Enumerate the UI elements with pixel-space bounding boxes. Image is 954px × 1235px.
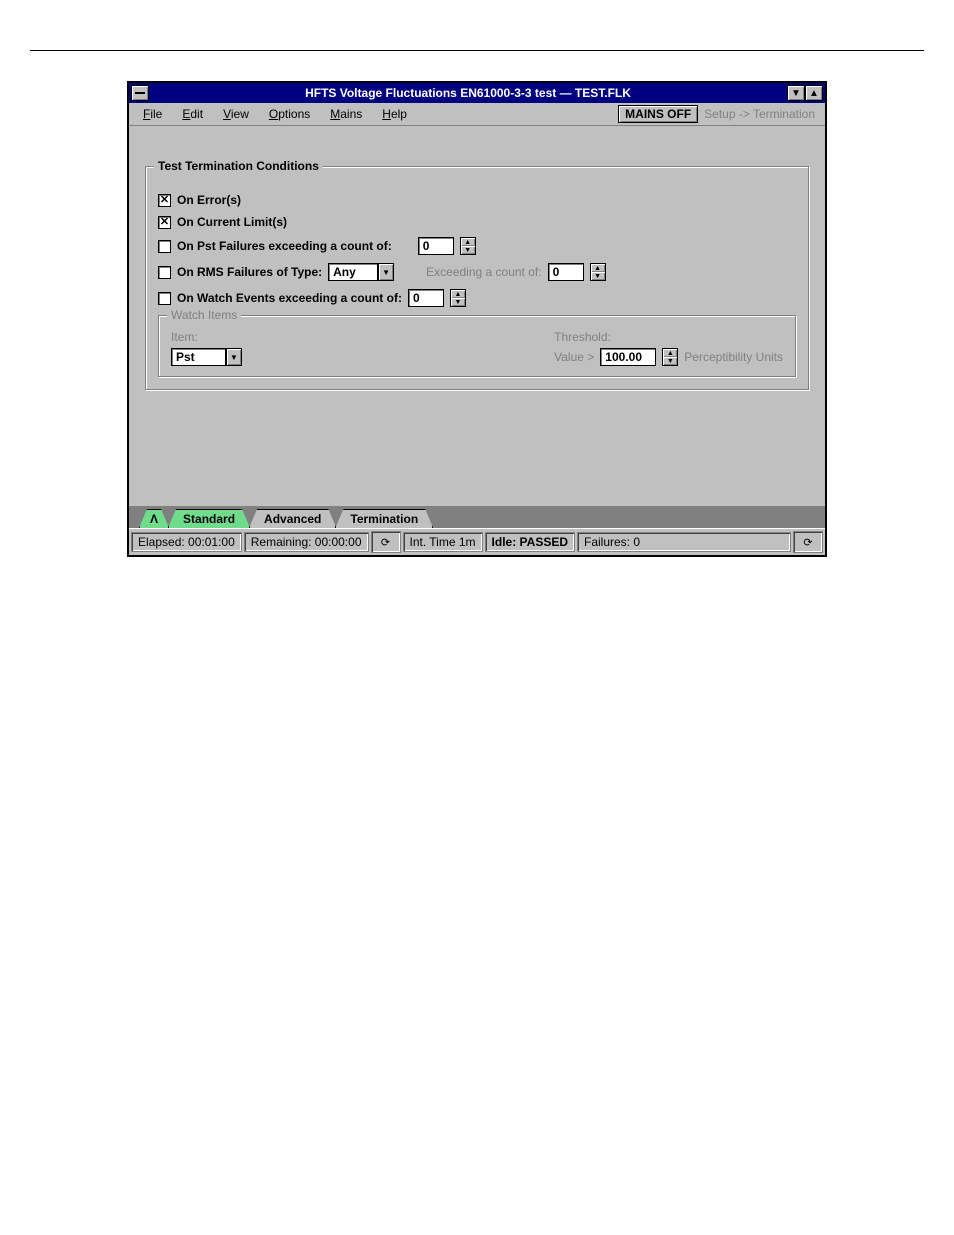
pst-count-field[interactable]: 0 (418, 237, 454, 255)
tab-standard[interactable]: Standard (168, 509, 250, 528)
rule-top (30, 50, 924, 51)
window-title: HFTS Voltage Fluctuations EN61000-3-3 te… (149, 86, 787, 100)
tab-strip: Λ Standard Advanced Termination (129, 506, 825, 528)
rms-count-spinner[interactable]: ▲▼ (590, 263, 606, 281)
threshold-field[interactable]: 100.00 (600, 348, 656, 366)
row-on-errors: On Error(s) (158, 193, 796, 207)
row-on-pst: On Pst Failures exceeding a count of: 0 … (158, 237, 796, 255)
menu-view[interactable]: View (213, 105, 259, 123)
checkbox-on-current-limits[interactable] (158, 216, 171, 229)
watch-count-field[interactable]: 0 (408, 289, 444, 307)
rms-type-field[interactable]: Any (328, 263, 378, 281)
minimize-button[interactable]: ▼ (787, 85, 805, 101)
rms-exceed-label: Exceeding a count of: (426, 265, 541, 279)
chevron-down-icon[interactable]: ▼ (226, 348, 242, 366)
menu-help[interactable]: Help (372, 105, 417, 123)
watch-count-spinner[interactable]: ▲▼ (450, 289, 466, 307)
refresh-icon[interactable]: ⟳ (371, 531, 401, 553)
status-idle: Idle: PASSED (485, 532, 575, 552)
threshold-spinner[interactable]: ▲▼ (662, 348, 678, 366)
menu-bar: File Edit View Options Mains Help MAINS … (129, 103, 825, 126)
tab-lambda[interactable]: Λ (139, 509, 169, 528)
breadcrumb: Setup -> Termination (698, 105, 821, 123)
status-failures: Failures: 0 (577, 532, 791, 552)
status-bar: Elapsed: 00:01:00 Remaining: 00:00:00 ⟳ … (129, 528, 825, 555)
threshold-units: Perceptibility Units (684, 350, 783, 364)
client-area: Test Termination Conditions On Error(s) … (129, 126, 825, 506)
chevron-down-icon[interactable]: ▼ (378, 263, 394, 281)
title-bar: HFTS Voltage Fluctuations EN61000-3-3 te… (129, 83, 825, 103)
refresh-icon[interactable]: ⟳ (793, 531, 823, 553)
menu-options[interactable]: Options (259, 105, 320, 123)
rms-count-field[interactable]: 0 (548, 263, 584, 281)
mains-status-button[interactable]: MAINS OFF (618, 105, 698, 123)
tab-advanced[interactable]: Advanced (249, 509, 336, 528)
watch-title: Watch Items (167, 308, 241, 322)
checkbox-on-rms[interactable] (158, 266, 171, 279)
row-on-rms: On RMS Failures of Type: Any ▼ Exceeding… (158, 263, 796, 281)
maximize-button[interactable]: ▲ (805, 85, 823, 101)
menu-mains[interactable]: Mains (320, 105, 372, 123)
watch-item-combo[interactable]: Pst ▼ (171, 348, 242, 366)
pst-count-spinner[interactable]: ▲▼ (460, 237, 476, 255)
rms-type-combo[interactable]: Any ▼ (328, 263, 394, 281)
watch-item-field[interactable]: Pst (171, 348, 226, 366)
checkbox-on-errors[interactable] (158, 194, 171, 207)
value-prefix: Value > (554, 350, 594, 364)
status-int-time: Int. Time 1m (403, 532, 483, 552)
watch-items-group: Watch Items Item: Pst ▼ Threshold: (158, 315, 796, 377)
status-remaining: Remaining: 00:00:00 (244, 532, 369, 552)
checkbox-on-pst[interactable] (158, 240, 171, 253)
app-window: HFTS Voltage Fluctuations EN61000-3-3 te… (127, 81, 827, 557)
system-menu-icon[interactable] (131, 85, 149, 101)
group-title: Test Termination Conditions (154, 159, 323, 173)
row-on-watch: On Watch Events exceeding a count of: 0 … (158, 289, 796, 307)
checkbox-on-watch[interactable] (158, 292, 171, 305)
termination-conditions-group: Test Termination Conditions On Error(s) … (145, 166, 809, 390)
menu-edit[interactable]: Edit (172, 105, 213, 123)
tab-termination[interactable]: Termination (335, 509, 433, 528)
status-elapsed: Elapsed: 00:01:00 (131, 532, 242, 552)
menu-file[interactable]: File (133, 105, 172, 123)
row-on-current-limits: On Current Limit(s) (158, 215, 796, 229)
